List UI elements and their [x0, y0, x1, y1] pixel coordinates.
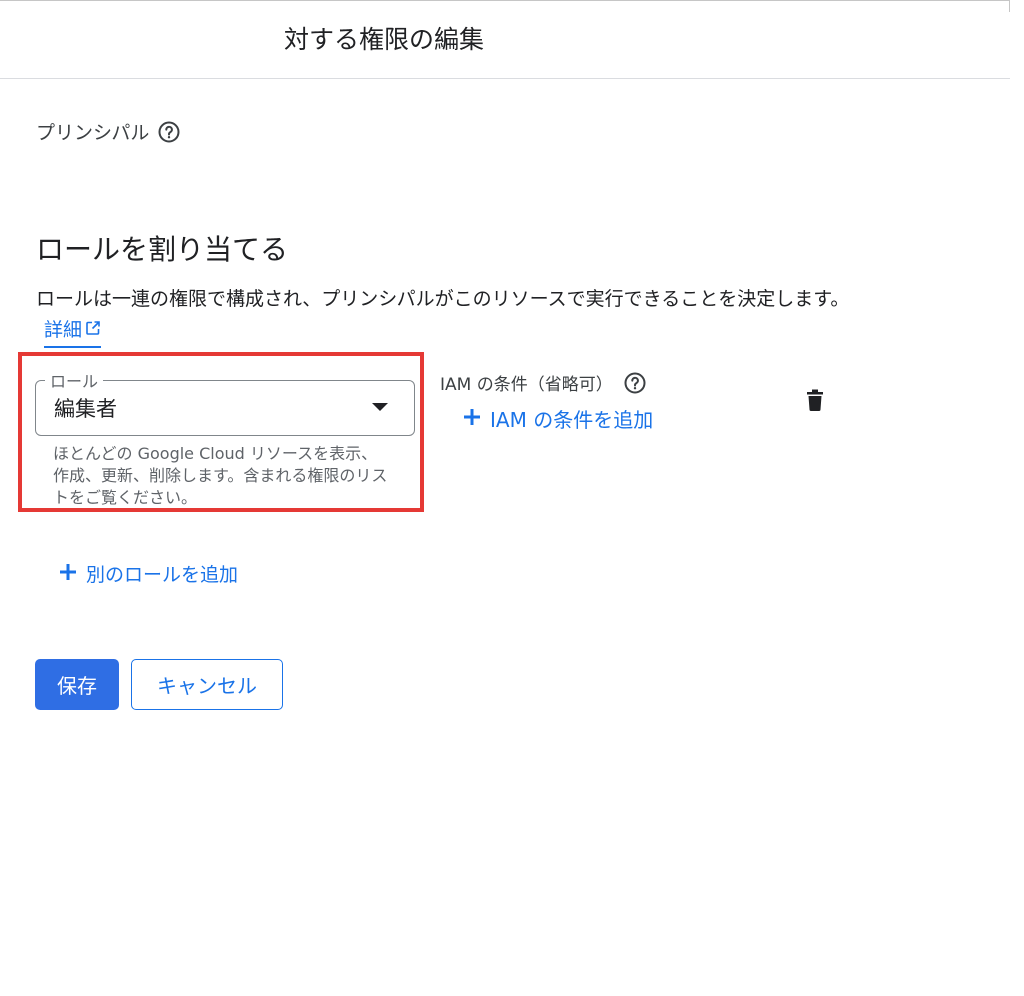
external-link-icon: [85, 315, 101, 346]
description-text: ロールは一連の権限で構成され、プリンシパルがこのリソースで実行できることを決定し…: [36, 288, 850, 310]
role-hint-text: ほとんどの Google Cloud リソースを表示、作成、更新、削除します。含…: [53, 444, 388, 507]
assign-roles-description: ロールは一連の権限で構成され、プリンシパルがこのリソースで実行できることを決定し…: [36, 284, 856, 348]
cancel-button[interactable]: キャンセル: [131, 659, 283, 710]
learn-more-link[interactable]: 詳細: [44, 315, 102, 348]
iam-condition-header: IAM の条件（省略可）: [440, 370, 647, 395]
principal-label: プリンシパル: [36, 122, 150, 144]
help-circle-icon[interactable]: [623, 371, 647, 395]
save-button[interactable]: 保存: [35, 659, 119, 710]
role-selected-value: 編集者: [54, 397, 117, 421]
dialog-header: 対する権限の編集: [0, 0, 1010, 79]
assign-roles-title: ロールを割り当てる: [36, 233, 289, 266]
add-another-role-button[interactable]: 別のロールを追加: [58, 560, 238, 587]
add-iam-condition-button[interactable]: IAM の条件を追加: [462, 404, 653, 433]
plus-icon: [462, 406, 482, 432]
help-circle-icon[interactable]: [157, 120, 181, 144]
iam-condition-label: IAM の条件（省略可）: [440, 375, 613, 395]
principal-row: プリンシパル: [36, 118, 181, 145]
plus-icon: [58, 561, 78, 587]
learn-more-label: 詳細: [44, 319, 83, 341]
role-field-label: ロール: [45, 368, 104, 392]
add-iam-condition-label: IAM の条件を追加: [490, 408, 654, 432]
add-another-role-label: 別のロールを追加: [86, 564, 239, 586]
delete-role-button[interactable]: [801, 388, 829, 416]
dialog-title: 対する権限の編集: [284, 25, 485, 54]
role-select[interactable]: ロール 編集者: [35, 368, 415, 436]
trash-icon: [805, 389, 825, 415]
dropdown-caret-icon: [372, 403, 388, 411]
